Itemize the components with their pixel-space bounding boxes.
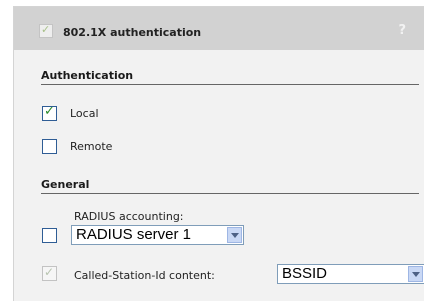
radius-accounting-checkbox[interactable] xyxy=(42,228,57,243)
authentication-heading: Authentication xyxy=(41,69,134,82)
panel-title: 802.1X authentication xyxy=(63,26,202,39)
general-divider xyxy=(41,193,419,194)
radius-accounting-label: RADIUS accounting: xyxy=(74,210,184,223)
radius-server-value: RADIUS server 1 xyxy=(76,226,192,243)
authentication-divider xyxy=(41,84,419,85)
called-station-value: BSSID xyxy=(282,265,328,282)
remote-label: Remote xyxy=(70,140,113,153)
called-station-select[interactable]: BSSID xyxy=(277,264,424,284)
called-station-checkbox[interactable] xyxy=(42,265,57,281)
authentication-panel: 802.1X authentication ? Authentication L… xyxy=(13,6,424,301)
general-heading: General xyxy=(41,178,90,191)
chevron-down-icon[interactable] xyxy=(227,227,242,243)
panel-header: 802.1X authentication ? xyxy=(14,7,424,50)
local-checkbox[interactable] xyxy=(42,104,57,121)
called-station-label: Called-Station-Id content: xyxy=(74,269,215,282)
local-label: Local xyxy=(70,107,99,120)
chevron-down-icon[interactable] xyxy=(408,266,423,282)
help-icon[interactable]: ? xyxy=(398,23,406,38)
header-enable-checkbox[interactable] xyxy=(39,23,53,38)
remote-checkbox[interactable] xyxy=(42,139,57,154)
radius-server-select[interactable]: RADIUS server 1 xyxy=(71,225,244,245)
